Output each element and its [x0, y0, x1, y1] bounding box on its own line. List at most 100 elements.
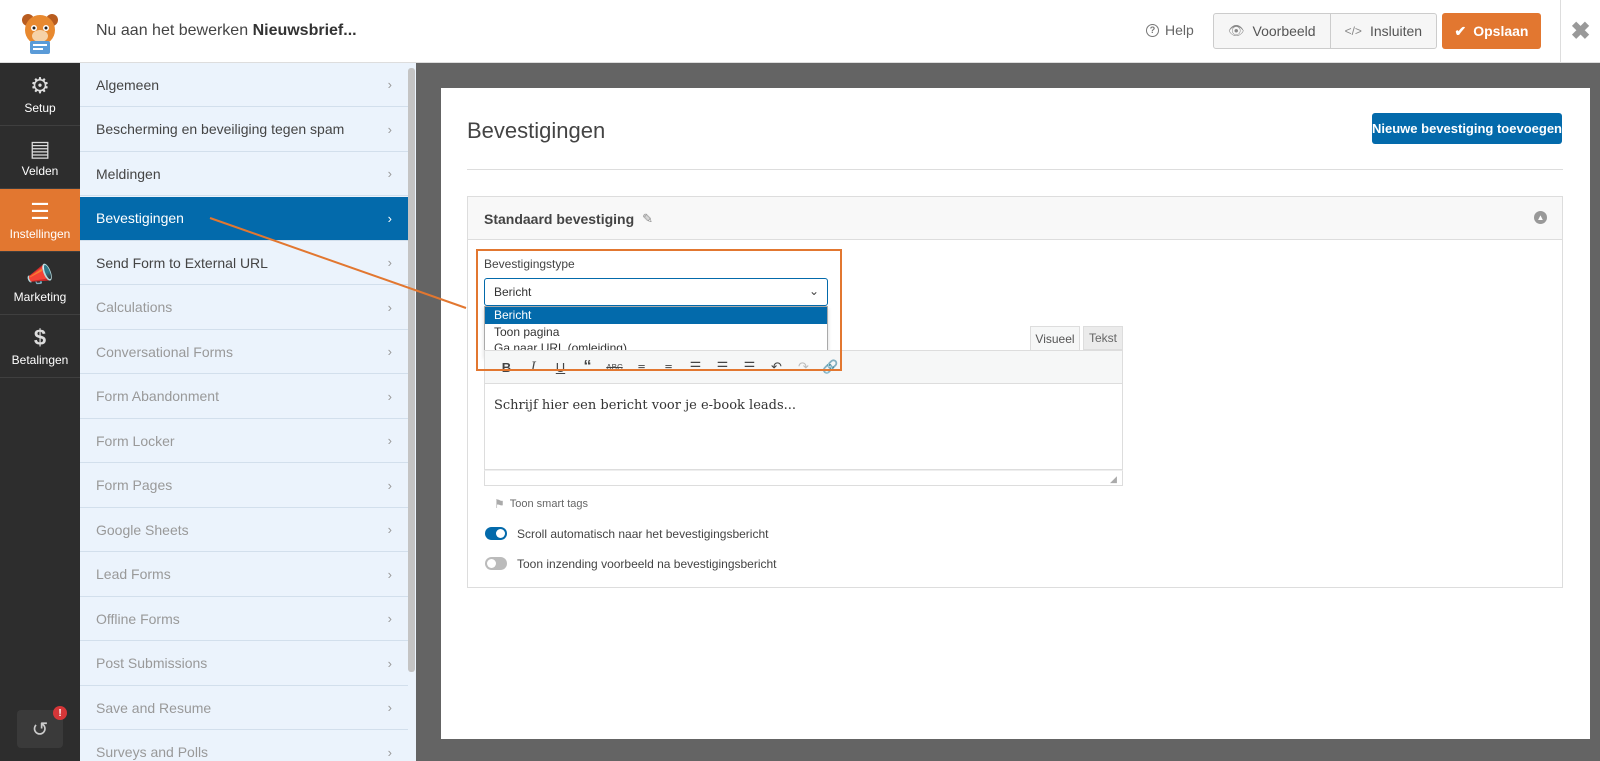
preview-toggle[interactable]: [485, 557, 507, 570]
settings-item[interactable]: Offline Forms ›: [80, 597, 408, 641]
eye-icon: 👁: [1228, 23, 1245, 38]
nav-setup[interactable]: ⚙ Setup: [0, 63, 80, 126]
settings-item-label: Surveys and Polls: [96, 744, 209, 760]
smart-tags-link[interactable]: ⚑ Toon smart tags: [494, 497, 588, 511]
nav-fields[interactable]: ▤ Velden: [0, 126, 80, 189]
nav-label: Velden: [21, 163, 59, 178]
preview-button[interactable]: 👁 Voorbeeld: [1214, 14, 1330, 48]
add-confirmation-button[interactable]: Nieuwe bevestiging toevoegen: [1372, 113, 1562, 144]
left-nav: ⚙ Setup ▤ Velden ☰ Instellingen 📣 Market…: [0, 63, 80, 761]
help-label: Help: [1165, 22, 1194, 38]
editor-statusbar: [484, 470, 1123, 486]
code-icon: </>: [1344, 24, 1362, 38]
chevron-right-icon: ›: [387, 477, 392, 493]
settings-item[interactable]: Surveys and Polls ›: [80, 731, 408, 761]
form-name: Nieuwsbrief...: [252, 22, 357, 39]
settings-item[interactable]: Meldingen ›: [80, 152, 408, 196]
preview-embed-group: 👁 Voorbeeld </> Insluiten: [1213, 13, 1438, 49]
chevron-right-icon: ›: [387, 255, 392, 270]
nav-marketing[interactable]: 📣 Marketing: [0, 252, 80, 315]
settings-item[interactable]: Google Sheets ›: [80, 508, 408, 552]
settings-item[interactable]: Post Submissions ›: [80, 642, 408, 686]
nav-label: Setup: [24, 100, 56, 115]
chevron-right-icon: ›: [387, 611, 392, 626]
settings-item-label: Google Sheets: [96, 521, 189, 538]
chevron-right-icon: ›: [387, 566, 392, 582]
chevron-right-icon: ›: [387, 166, 392, 181]
settings-scrollbar[interactable]: [408, 68, 415, 672]
chevron-right-icon: ›: [387, 388, 392, 404]
nav-payments[interactable]: $ Betalingen: [0, 315, 80, 378]
close-icon[interactable]: ✖: [1560, 0, 1600, 63]
settings-item-label: Form Pages: [96, 477, 173, 493]
save-label: Opslaan: [1473, 23, 1529, 39]
settings-item[interactable]: Calculations ›: [80, 286, 408, 330]
chevron-right-icon: ›: [387, 433, 392, 448]
chevron-right-icon: ›: [387, 299, 392, 315]
settings-item-label: Meldingen: [96, 165, 161, 182]
page-title: Bevestigingen: [467, 118, 606, 143]
chevron-right-icon: ›: [387, 210, 392, 226]
dollar-icon: $: [33, 324, 47, 350]
tab-text[interactable]: Tekst: [1083, 326, 1123, 350]
tag-icon: ⚑: [494, 497, 505, 511]
chevron-right-icon: ›: [387, 121, 392, 137]
megaphone-icon: 📣: [26, 261, 54, 287]
top-bar: Nu aan het bewerken Nieuwsbrief... ? Hel…: [0, 0, 1600, 63]
scroll-toggle-label: Scroll automatisch naar het bevestigings…: [517, 527, 769, 541]
nav-label: Marketing: [13, 289, 67, 304]
settings-item[interactable]: Lead Forms ›: [80, 553, 408, 597]
tab-visual[interactable]: Visueel: [1030, 326, 1080, 350]
pencil-icon[interactable]: ✎: [642, 211, 653, 227]
highlight-box: [476, 249, 842, 371]
chevron-right-icon: ›: [387, 77, 392, 92]
settings-item-label: Calculations: [96, 299, 173, 315]
save-button[interactable]: ✔ Opslaan: [1442, 13, 1541, 49]
settings-item[interactable]: Bescherming en beveiliging tegen spam ›: [80, 108, 408, 152]
editing-prefix: Nu aan het bewerken: [96, 22, 249, 39]
divider: [467, 169, 1563, 170]
chevron-right-icon: ›: [387, 655, 392, 671]
settings-item[interactable]: Algemeen ›: [80, 63, 408, 107]
confirmation-name: Standaard bevestiging: [484, 211, 635, 227]
settings-item-label: Conversational Forms: [96, 343, 233, 360]
nav-label: Instellingen: [9, 226, 71, 241]
history-icon: ↺: [31, 718, 49, 741]
question-icon: ?: [1146, 23, 1159, 37]
settings-item[interactable]: Conversational Forms ›: [80, 330, 408, 374]
bear-mascot-icon: [22, 13, 58, 54]
settings-item-label: Offline Forms: [96, 610, 180, 627]
settings-item-label: Form Locker: [96, 432, 175, 449]
nav-label: Betalingen: [11, 352, 69, 367]
help-button[interactable]: ? Help: [1146, 22, 1194, 38]
settings-item[interactable]: Form Abandonment ›: [80, 375, 408, 419]
preview-label: Voorbeeld: [1252, 23, 1316, 39]
resize-handle-icon[interactable]: ◢: [1110, 474, 1117, 485]
message-text[interactable]: Schrijf hier een bericht voor je e-book …: [494, 398, 796, 413]
embed-button[interactable]: </> Insluiten: [1329, 14, 1437, 48]
chevron-right-icon: ›: [387, 522, 392, 537]
settings-item-label: Bevestigingen: [96, 210, 184, 226]
settings-item[interactable]: Bevestigingen ›: [80, 196, 408, 241]
revisions-badge: !: [53, 706, 67, 720]
gear-icon: ⚙: [30, 72, 50, 98]
nav-settings[interactable]: ☰ Instellingen: [0, 189, 80, 252]
settings-item[interactable]: Save and Resume ›: [80, 686, 408, 730]
message-editor[interactable]: [484, 384, 1123, 470]
smart-tags-label: Toon smart tags: [509, 498, 589, 510]
chevron-right-icon: ›: [387, 344, 392, 359]
settings-item[interactable]: Form Locker ›: [80, 419, 408, 463]
collapse-icon[interactable]: ▲: [1534, 211, 1547, 224]
list-icon: ▤: [29, 135, 51, 161]
embed-label: Insluiten: [1369, 23, 1423, 39]
confirmation-title: Standaard bevestiging ✎: [484, 211, 653, 227]
sliders-icon: ☰: [30, 198, 50, 224]
settings-item[interactable]: Form Pages ›: [80, 464, 408, 508]
settings-item-label: Form Abandonment: [96, 388, 219, 404]
settings-item-label: Algemeen: [96, 76, 160, 93]
editing-title: Nu aan het bewerken Nieuwsbrief...: [96, 22, 357, 40]
chevron-right-icon: ›: [387, 744, 392, 760]
settings-panel: Algemeen › Bescherming en beveiliging tege…: [80, 63, 416, 761]
scroll-toggle[interactable]: [485, 527, 507, 540]
settings-item[interactable]: Send Form to External URL ›: [80, 241, 408, 285]
